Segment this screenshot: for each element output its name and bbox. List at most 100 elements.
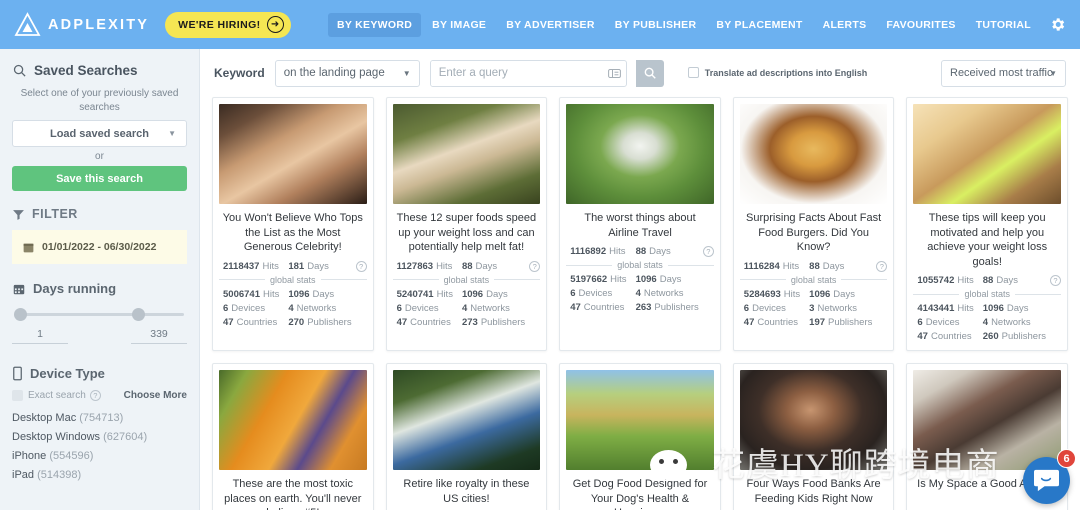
device-item-desktop-mac[interactable]: Desktop Mac (754713) xyxy=(12,412,187,424)
slider-handle-min[interactable] xyxy=(14,308,27,321)
publishers-label: Publishers xyxy=(828,316,873,328)
ad-thumbnail[interactable] xyxy=(566,370,714,471)
or-divider-label: or xyxy=(95,151,104,162)
help-icon[interactable]: ? xyxy=(702,246,714,258)
gear-icon[interactable] xyxy=(1044,12,1070,38)
countries-value: 47 xyxy=(396,316,408,328)
ad-thumbnail[interactable] xyxy=(739,104,888,204)
publishers-value: 270 xyxy=(288,316,305,328)
keyboard-icon[interactable] xyxy=(604,61,626,86)
nav-by-image[interactable]: BY IMAGE xyxy=(423,13,495,37)
ad-card[interactable]: These 12 super foods speed up your weigh… xyxy=(385,97,548,352)
global-days-value: 1096 xyxy=(635,274,657,286)
funnel-icon xyxy=(13,209,24,220)
ad-title: Four Ways Food Banks Are Feeding Kids Ri… xyxy=(746,478,881,505)
ad-devices-networks: 6 Devices 3 Networks xyxy=(740,303,888,314)
search-submit-button[interactable] xyxy=(635,59,664,87)
ad-card[interactable]: These are the most toxic places on earth… xyxy=(212,363,374,510)
slider-handle-max[interactable] xyxy=(132,308,145,321)
keyword-scope-value: on the landing page xyxy=(283,67,385,79)
nav-alerts[interactable]: ALERTS xyxy=(814,13,876,37)
countries-value: 47 xyxy=(223,316,234,328)
hiring-banner-button[interactable]: WE'RE HIRING! ➜ xyxy=(165,11,291,38)
divider-line xyxy=(1014,293,1062,295)
hits-label: Hits xyxy=(262,260,279,272)
keyword-scope-dropdown[interactable]: on the landing page ▼ xyxy=(274,59,420,87)
chat-unread-badge: 6 xyxy=(1057,449,1076,468)
publishers-value: 273 xyxy=(461,316,478,328)
ad-card[interactable]: Get Dog Food Designed for Your Dog's Hea… xyxy=(559,363,721,510)
nav-by-publisher[interactable]: BY PUBLISHER xyxy=(606,13,706,37)
help-icon[interactable]: ? xyxy=(355,260,367,272)
networks-label: Networks xyxy=(643,288,684,300)
ad-card[interactable]: Four Ways Food Banks Are Feeding Kids Ri… xyxy=(732,363,895,510)
ad-card[interactable]: The worst things about Airline Travel 11… xyxy=(559,97,721,352)
ad-thumbnail[interactable] xyxy=(392,370,541,471)
device-type-title: Device Type xyxy=(30,366,105,381)
brand-logo[interactable]: ADPLEXITY xyxy=(14,11,149,38)
days-running-slider[interactable] xyxy=(12,304,187,326)
translate-checkbox[interactable] xyxy=(687,67,699,79)
nav-tutorial[interactable]: TUTORIAL xyxy=(967,13,1040,37)
devices-label: Devices xyxy=(752,302,786,314)
device-item-desktop-windows[interactable]: Desktop Windows (627604) xyxy=(12,431,187,443)
days-max-value[interactable]: 339 xyxy=(131,328,187,344)
device-item-iphone[interactable]: iPhone (554596) xyxy=(12,450,187,462)
hits-label: Hits xyxy=(609,246,626,258)
divider-line xyxy=(667,264,714,266)
ad-title: Surprising Facts About Fast Food Burgers… xyxy=(746,212,882,254)
save-this-search-label: Save this search xyxy=(56,172,143,185)
help-icon[interactable]: ? xyxy=(876,260,888,272)
device-count: (754713) xyxy=(79,412,124,424)
nav-by-keyword[interactable]: BY KEYWORD xyxy=(327,12,422,37)
ad-global-hits-days: 5284693 Hits 1096 Days xyxy=(740,289,888,300)
help-icon[interactable]: ? xyxy=(1050,275,1061,287)
sort-dropdown[interactable]: Received most traffic ▼ xyxy=(941,59,1066,87)
days-min-value[interactable]: 1 xyxy=(12,328,68,344)
global-hits-value: 4143441 xyxy=(917,303,955,315)
exact-search-checkbox[interactable] xyxy=(12,390,23,401)
device-list: Desktop Mac (754713) Desktop Windows (62… xyxy=(12,412,187,481)
help-icon[interactable]: ? xyxy=(89,390,101,401)
device-item-ipad[interactable]: iPad (514398) xyxy=(12,469,187,481)
global-stats-divider: global stats xyxy=(392,275,541,285)
keyword-label: Keyword xyxy=(214,66,265,80)
publishers-value: 263 xyxy=(635,302,652,314)
top-header-bar: ADPLEXITY WE'RE HIRING! ➜ BY KEYWORD BY … xyxy=(0,0,1080,49)
ad-devices-networks: 6 Devices 4 Networks xyxy=(913,317,1061,328)
divider-line xyxy=(566,264,613,266)
ad-card[interactable]: Surprising Facts About Fast Food Burgers… xyxy=(732,97,895,352)
global-stats-divider: global stats xyxy=(739,275,888,285)
save-this-search-button[interactable]: Save this search xyxy=(12,166,187,191)
countries-value: 47 xyxy=(743,316,755,328)
ad-thumbnail[interactable] xyxy=(219,104,367,204)
nav-favourites[interactable]: FAVOURITES xyxy=(877,13,964,37)
ad-card[interactable]: These tips will keep you motivated and h… xyxy=(906,97,1068,352)
ad-card-grid: You Won't Believe Who Tops the List as t… xyxy=(200,97,1080,510)
saved-searches-title: Saved Searches xyxy=(34,63,138,78)
search-input[interactable] xyxy=(430,60,604,86)
help-icon[interactable]: ? xyxy=(529,260,541,272)
hits-value: 1116284 xyxy=(743,260,780,272)
hits-label: Hits xyxy=(610,274,627,286)
ad-thumbnail[interactable] xyxy=(739,370,888,471)
chevron-down-icon: ▼ xyxy=(1049,68,1057,78)
ad-thumbnail[interactable] xyxy=(913,104,1061,204)
ad-thumbnail[interactable] xyxy=(913,370,1061,471)
hits-label: Hits xyxy=(783,288,801,300)
calendar-icon xyxy=(13,284,25,294)
ad-thumbnail[interactable] xyxy=(219,370,367,471)
brand-name: ADPLEXITY xyxy=(48,16,150,33)
ad-primary-stats: 1116284 Hits 88 Days ? xyxy=(740,260,888,272)
global-days-value: 1096 xyxy=(288,288,310,300)
nav-by-placement[interactable]: BY PLACEMENT xyxy=(707,13,811,37)
ad-card[interactable]: Retire like royalty in these US cities! xyxy=(385,363,548,510)
date-range-filter[interactable]: 01/01/2022 - 06/30/2022 xyxy=(12,230,187,264)
publishers-label: Publishers xyxy=(480,316,526,328)
ad-thumbnail[interactable] xyxy=(392,104,541,204)
load-saved-search-dropdown[interactable]: Load saved search ▼ xyxy=(12,120,187,147)
ad-thumbnail[interactable] xyxy=(566,104,714,204)
nav-by-advertiser[interactable]: BY ADVERTISER xyxy=(497,13,604,37)
choose-more-button[interactable]: Choose More xyxy=(124,390,187,401)
ad-card[interactable]: You Won't Believe Who Tops the List as t… xyxy=(212,97,374,352)
